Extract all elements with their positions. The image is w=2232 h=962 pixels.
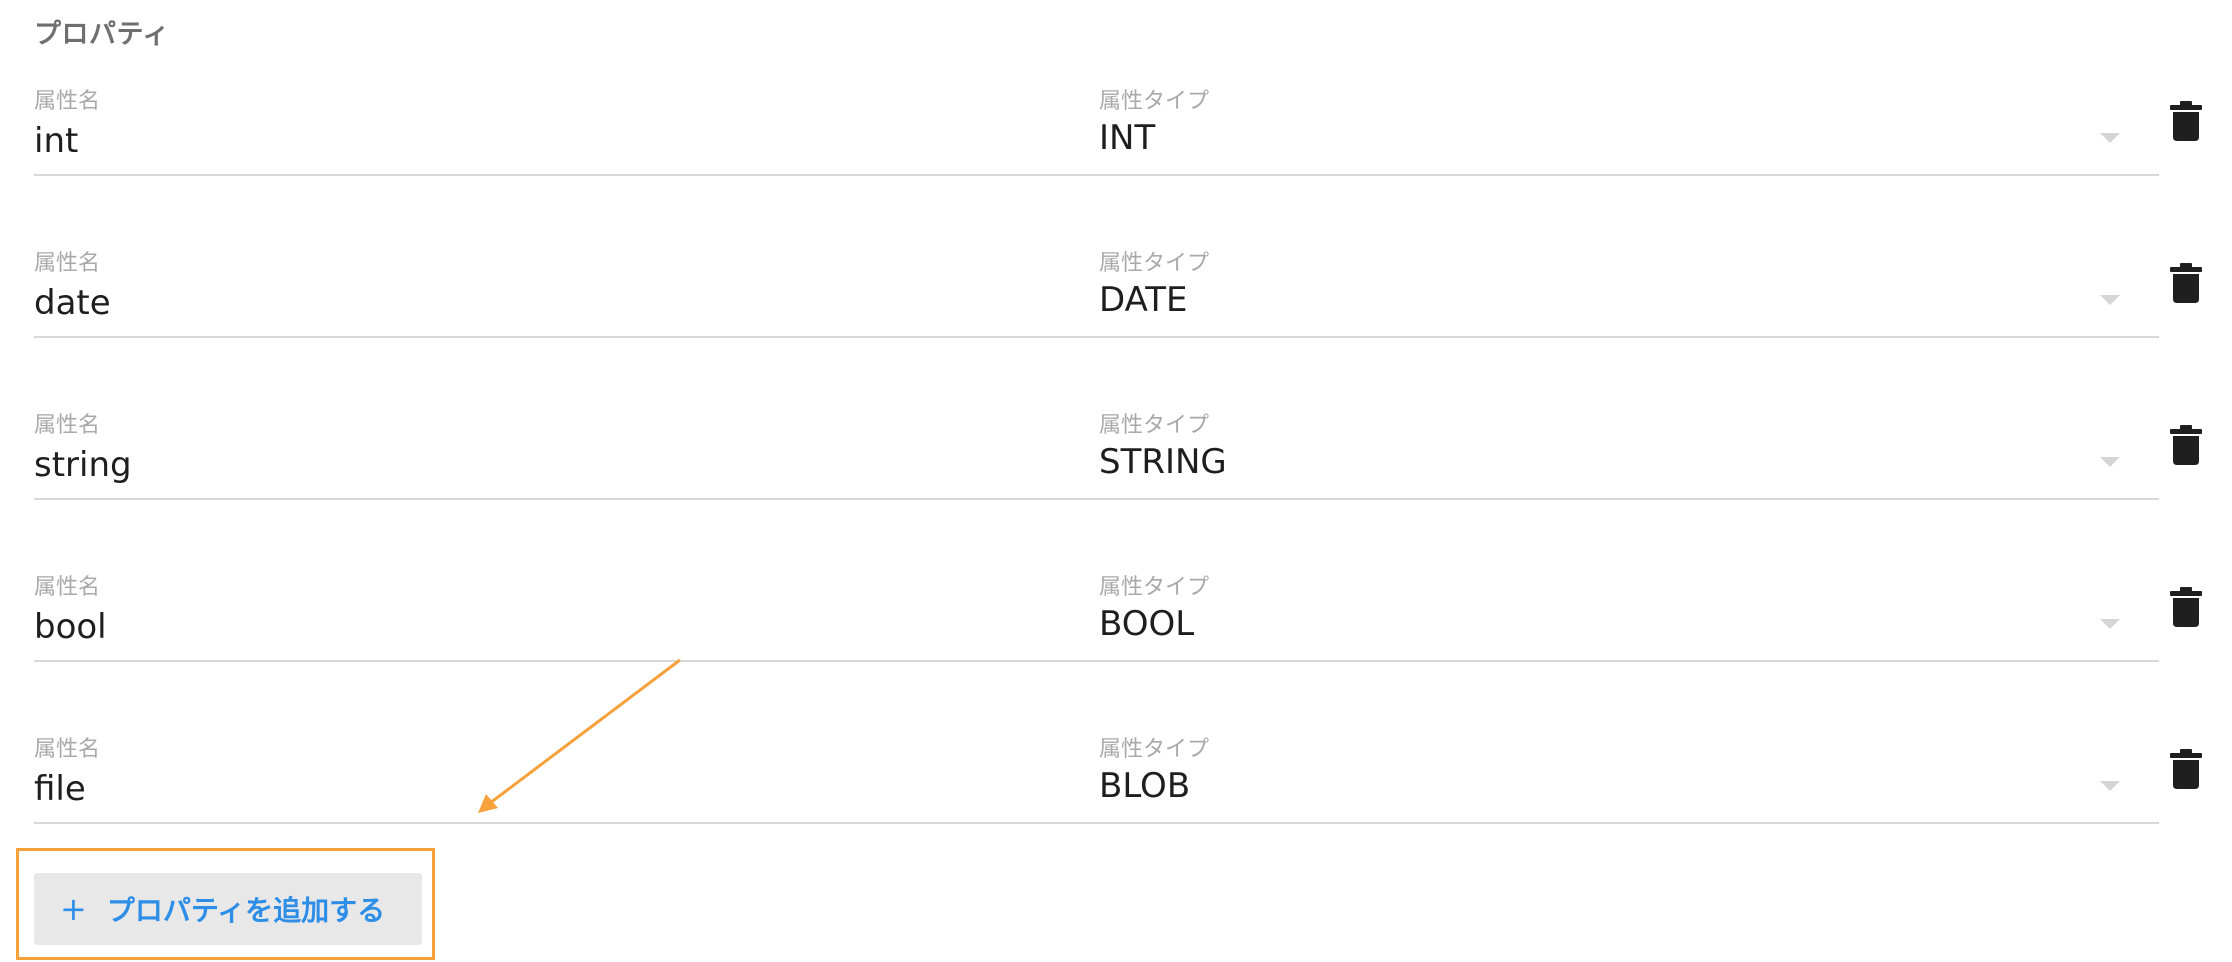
field-underline: [34, 660, 2159, 662]
property-row: 属性名 属性タイプ int INT: [0, 83, 2232, 203]
attribute-name-input[interactable]: bool: [34, 607, 107, 647]
field-underline: [34, 336, 2159, 338]
attribute-type-select[interactable]: BLOB: [1099, 766, 1190, 806]
property-row: 属性名 属性タイプ bool BOOL: [0, 569, 2232, 689]
chevron-down-icon[interactable]: [2100, 619, 2120, 629]
chevron-down-icon[interactable]: [2100, 457, 2120, 467]
attribute-name-label: 属性名: [34, 89, 101, 114]
attribute-name-label: 属性名: [34, 251, 101, 276]
section-title: プロパティ: [34, 19, 170, 50]
trash-icon[interactable]: [2170, 425, 2202, 465]
field-underline: [34, 498, 2159, 500]
chevron-down-icon[interactable]: [2100, 781, 2120, 791]
attribute-type-select[interactable]: BOOL: [1099, 604, 1194, 644]
attribute-type-select[interactable]: STRING: [1099, 442, 1227, 482]
property-row: 属性名 属性タイプ date DATE: [0, 245, 2232, 365]
attribute-name-label: 属性名: [34, 575, 101, 600]
field-underline: [34, 174, 2159, 176]
property-row: 属性名 属性タイプ string STRING: [0, 407, 2232, 527]
trash-icon[interactable]: [2170, 749, 2202, 789]
field-underline: [34, 822, 2159, 824]
attribute-type-select[interactable]: INT: [1099, 118, 1155, 158]
add-property-button[interactable]: + プロパティを追加する: [34, 873, 422, 945]
attribute-type-label: 属性タイプ: [1099, 413, 1210, 438]
attribute-type-label: 属性タイプ: [1099, 89, 1210, 114]
attribute-name-label: 属性名: [34, 737, 101, 762]
attribute-type-select[interactable]: DATE: [1099, 280, 1187, 320]
attribute-type-label: 属性タイプ: [1099, 737, 1210, 762]
attribute-name-input[interactable]: int: [34, 121, 78, 161]
attribute-type-label: 属性タイプ: [1099, 575, 1210, 600]
trash-icon[interactable]: [2170, 263, 2202, 303]
attribute-name-input[interactable]: file: [34, 769, 86, 809]
trash-icon[interactable]: [2170, 587, 2202, 627]
trash-icon[interactable]: [2170, 101, 2202, 141]
attribute-name-input[interactable]: date: [34, 283, 111, 323]
attribute-name-label: 属性名: [34, 413, 101, 438]
chevron-down-icon[interactable]: [2100, 295, 2120, 305]
attribute-type-label: 属性タイプ: [1099, 251, 1210, 276]
add-property-label: プロパティを追加する: [106, 894, 386, 927]
plus-icon: +: [60, 890, 87, 928]
attribute-name-input[interactable]: string: [34, 445, 132, 485]
chevron-down-icon[interactable]: [2100, 133, 2120, 143]
property-row: 属性名 属性タイプ file BLOB: [0, 731, 2232, 851]
property-editor: プロパティ 属性名 属性タイプ int INT 属性名 属性タイプ date D…: [0, 0, 2232, 962]
